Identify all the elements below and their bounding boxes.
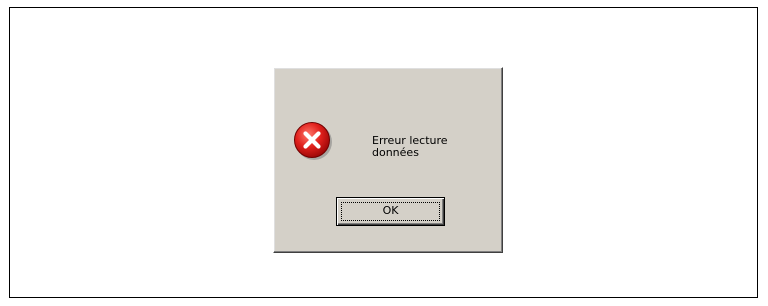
error-message: Erreur lecture données (372, 135, 492, 159)
ok-button-label: OK (382, 204, 399, 217)
ok-button[interactable]: OK (336, 197, 445, 226)
error-icon (294, 122, 332, 160)
error-message-line-2: données (372, 146, 419, 159)
